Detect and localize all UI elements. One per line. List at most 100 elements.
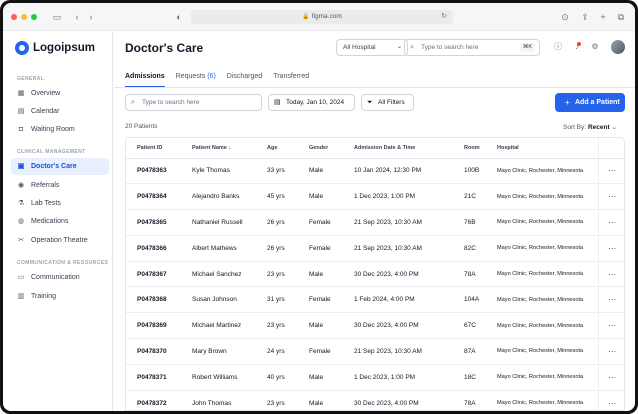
sort-label: Sort By:	[563, 124, 587, 131]
sidebar-item-calendar[interactable]: ▤ Calendar	[11, 103, 109, 120]
table-row[interactable]: P0478368 Susan Johnson 31 yrs Female 1 Feb 2…	[126, 286, 624, 314]
notification-dot	[577, 42, 581, 46]
close-window-button[interactable]	[11, 14, 17, 20]
tab-discharged[interactable]: Discharged	[227, 73, 262, 87]
sidebar-item-medications[interactable]: ◍ Medications	[11, 213, 109, 230]
patient-name-cell: Susan Johnson	[181, 286, 256, 314]
column-header[interactable]: Patient Name ↓	[181, 138, 256, 159]
download-icon[interactable]: ⊙	[559, 11, 571, 23]
info-icon[interactable]: ⓘ	[553, 42, 563, 52]
hospital-cell: Mayo Clinic, Rochester, Minnesota	[491, 286, 598, 314]
reload-icon[interactable]: ↻	[441, 10, 447, 24]
forward-icon[interactable]: ›	[85, 11, 97, 23]
section-label-communication: COMMUNICATION & RESOURCES	[17, 260, 109, 266]
table-row[interactable]: P0478363 Kyle Thomas 33 yrs Male 10 Jan 2024…	[126, 158, 624, 185]
more-options-icon[interactable]: ⋯	[597, 364, 624, 391]
patient-id-cell: P0478371	[126, 364, 181, 391]
table-row[interactable]: P0478370 Mary Brown 24 yrs Female 21 Sep 202…	[126, 338, 624, 365]
hospital-cell: Mayo Clinic, Rochester, Minnesota	[491, 338, 598, 365]
sidebar-item-operation-theatre[interactable]: ✂ Operation Theatre	[11, 232, 109, 249]
sidebar-item-training[interactable]: ▥ Training	[11, 288, 109, 305]
lock-icon: 🔒	[302, 14, 310, 20]
admission-date-cell: 30 Dec 2023, 4:00 PM	[343, 312, 453, 340]
hospital-cell: Mayo Clinic, Rochester, Minnesota	[491, 183, 598, 211]
tabs-overview-icon[interactable]: ⧉	[615, 11, 627, 23]
hospital-select[interactable]: All Hospital ⌄	[336, 39, 408, 56]
table-row[interactable]: P0478365 Nathaniel Russell 26 yrs Female 21 …	[126, 209, 624, 236]
more-options-icon[interactable]: ⋯	[597, 235, 624, 262]
all-filters-label: All Filters	[378, 99, 405, 106]
logo[interactable]: Logoipsum	[15, 41, 95, 55]
column-header[interactable]: Age	[256, 138, 298, 159]
patient-id-cell: P0478367	[126, 261, 181, 288]
more-options-icon[interactable]: ⋯	[597, 209, 624, 236]
new-tab-icon[interactable]: +	[597, 11, 609, 23]
more-options-icon[interactable]: ⋯	[597, 158, 624, 185]
sort-dropdown[interactable]: Sort By: Recent ⌄	[563, 123, 617, 131]
plus-icon: +	[565, 98, 570, 107]
sidebar-item-label: Medications	[31, 218, 69, 225]
all-filters-button[interactable]: ⏷ All Filters	[361, 94, 414, 111]
back-icon[interactable]: ‹	[71, 11, 83, 23]
more-options-icon[interactable]: ⋯	[597, 183, 624, 211]
table-row[interactable]: P0478364 Alejandro Banks 45 yrs Male 1 Dec 2…	[126, 183, 624, 211]
sidebar-item-lab-tests[interactable]: ⚗ Lab Tests	[11, 195, 109, 212]
column-header[interactable]: Patient ID	[126, 138, 181, 159]
more-options-icon[interactable]: ⋯	[597, 286, 624, 314]
admission-date-cell: 1 Dec 2023, 1:00 PM	[343, 183, 453, 211]
patient-count: 20 Patients	[125, 123, 158, 130]
main-content: Doctor's Care All Hospital ⌄ ⌕ Type to s…	[114, 32, 635, 411]
column-header[interactable]: Room	[453, 138, 491, 159]
minimize-window-button[interactable]	[21, 14, 27, 20]
global-search-input[interactable]: ⌕ Type to search here ⌘K	[404, 39, 540, 56]
table-row[interactable]: P0478372 John Thomas 23 yrs Male 30 Dec 2023…	[126, 390, 624, 410]
book-icon: ▥	[17, 292, 25, 300]
tab-transferred[interactable]: Transferred	[273, 73, 309, 87]
sidebar-item-doctors-care[interactable]: ▣ Doctor's Care	[11, 158, 109, 175]
patient-search-input[interactable]: ⌕ Type to search here	[125, 94, 262, 111]
section-label-general: GENERAL	[17, 76, 45, 82]
tab-admissions[interactable]: Admissions	[125, 73, 165, 87]
room-cell: 82C	[453, 235, 491, 262]
tab-bar: Admissions Requests (6) Discharged Trans…	[125, 73, 309, 87]
hospital-cell: Mayo Clinic, Rochester, Minnesota	[491, 312, 598, 340]
admission-date-cell: 21 Sep 2023, 10:30 AM	[343, 209, 453, 236]
more-options-icon[interactable]: ⋯	[597, 338, 624, 365]
column-header[interactable]: Admission Date & Time	[343, 138, 453, 159]
gear-icon[interactable]: ⚙	[590, 42, 600, 52]
sidebar-item-overview[interactable]: ▦ Overview	[11, 85, 109, 102]
sidebar-item-label: Waiting Room	[31, 126, 75, 133]
table-row[interactable]: P0478369 Michael Martinez 23 yrs Male 30 Dec…	[126, 312, 624, 340]
patient-id-cell: P0478364	[126, 183, 181, 211]
tab-requests[interactable]: Requests (6)	[176, 73, 216, 87]
maximize-window-button[interactable]	[31, 14, 37, 20]
more-options-icon[interactable]: ⋯	[597, 312, 624, 340]
column-header[interactable]: Hospital	[491, 138, 598, 159]
sidebar-item-waiting-room[interactable]: ◘ Waiting Room	[11, 121, 109, 138]
admission-date-cell: 30 Dec 2023, 4:00 PM	[343, 261, 453, 288]
chevron-down-icon: ⌄	[396, 44, 402, 50]
message-icon: ▭	[17, 273, 25, 281]
table-row[interactable]: P0478367 Michael Sanchez 23 yrs Male 30 Dec …	[126, 261, 624, 288]
sidebar-item-referrals[interactable]: ◉ Referrals	[11, 177, 109, 194]
shield-icon[interactable]: ◐	[173, 11, 185, 23]
share-icon[interactable]: ⇪	[579, 11, 591, 23]
more-options-icon[interactable]: ⋯	[597, 390, 624, 410]
logo-mark-icon	[15, 41, 29, 55]
table-row[interactable]: P0478366 Albert Mathews 26 yrs Female 21 Sep…	[126, 235, 624, 262]
table-row[interactable]: P0478371 Robert Williams 40 yrs Male 1 Dec 2…	[126, 364, 624, 391]
add-patient-button[interactable]: + Add a Patient	[555, 93, 625, 112]
date-picker-button[interactable]: ▤ Today, Jan 10, 2024	[268, 94, 355, 111]
column-header[interactable]: Gender	[298, 138, 343, 159]
room-cell: 104A	[453, 286, 491, 314]
gender-cell: Male	[298, 261, 343, 288]
room-cell: 76B	[453, 209, 491, 236]
address-bar[interactable]: 🔒 figma.com ↻	[191, 10, 453, 24]
avatar[interactable]	[611, 40, 625, 54]
sidebar-item-communication[interactable]: ▭ Communication	[11, 269, 109, 286]
age-cell: 23 yrs	[256, 390, 298, 410]
tab-label: Admissions	[125, 73, 165, 80]
more-options-icon[interactable]: ⋯	[597, 261, 624, 288]
sidebar-toggle-icon[interactable]: ▭	[51, 11, 63, 23]
hospital-cell: Mayo Clinic, Rochester, Minnesota	[491, 235, 598, 262]
